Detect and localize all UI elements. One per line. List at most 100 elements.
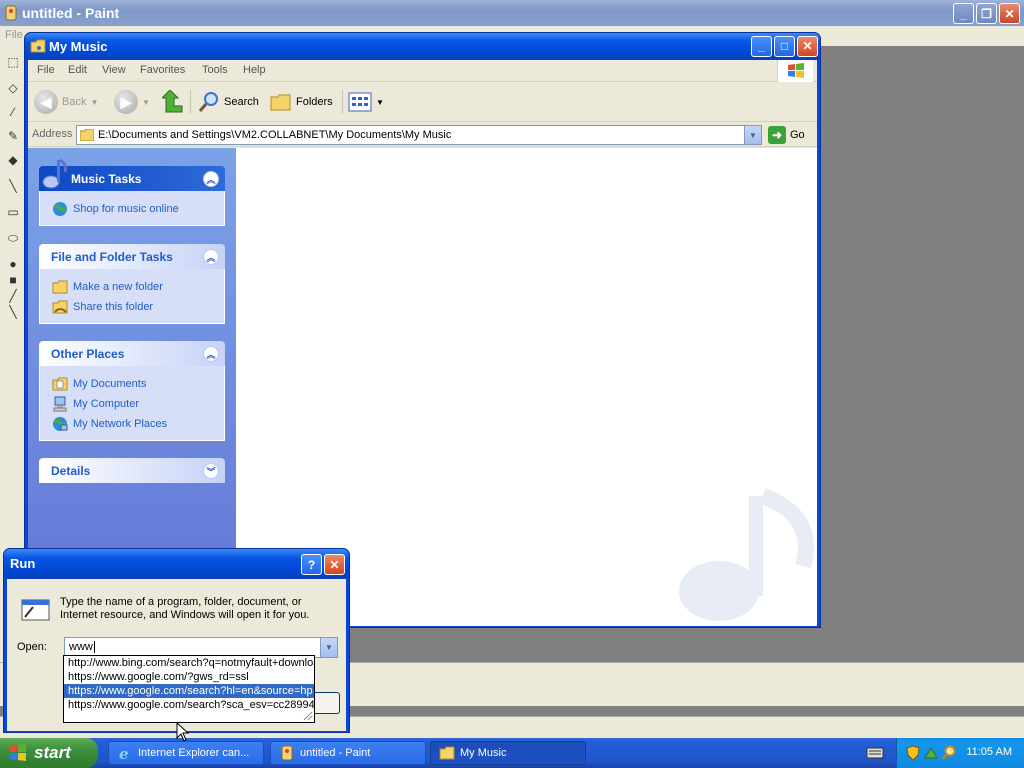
- my-music-titlebar[interactable]: My Music _ □ ✕: [25, 33, 820, 60]
- views-button[interactable]: ▼: [348, 88, 384, 116]
- explorer-menubar: File Edit View Favorites Tools Help: [28, 60, 817, 82]
- task-label: Shop for music online: [73, 203, 179, 215]
- brush-size-large-icon[interactable]: ■: [5, 272, 21, 288]
- paint-minimize-button[interactable]: _: [953, 3, 974, 24]
- music-note-icon: [42, 158, 67, 189]
- start-label: start: [34, 743, 71, 762]
- autocomplete-item[interactable]: http://www.bing.com/search?q=notmyfault+…: [64, 656, 314, 670]
- system-tray: 11:05 AM: [896, 738, 1024, 768]
- paint-close-button[interactable]: ✕: [999, 3, 1020, 24]
- paint-menu-file[interactable]: File: [5, 29, 23, 41]
- help-button[interactable]: ?: [301, 554, 322, 575]
- menu-favorites[interactable]: Favorites: [140, 64, 185, 76]
- autocomplete-item[interactable]: https://www.google.com/?gws_rd=ssl: [64, 670, 314, 684]
- paint-titlebar[interactable]: untitled - Paint _ ❐ ✕: [0, 0, 1024, 26]
- forward-dropdown-icon[interactable]: ▼: [142, 98, 150, 107]
- menu-view[interactable]: View: [102, 64, 126, 76]
- pencil-tool-icon[interactable]: ✎: [5, 128, 21, 144]
- menu-tools[interactable]: Tools: [202, 64, 228, 76]
- place-my-computer[interactable]: My Computer: [52, 394, 224, 414]
- run-program-icon: [21, 599, 50, 621]
- globe-icon: [52, 201, 68, 217]
- eraser-tool-icon[interactable]: ◇: [5, 80, 21, 96]
- paint-app-icon: [5, 5, 17, 21]
- address-value: E:\Documents and Settings\VM2.COLLABNET\…: [98, 129, 452, 141]
- panel-other-places-header[interactable]: Other Places ︽: [39, 341, 225, 366]
- task-shop-music-online[interactable]: Shop for music online: [52, 199, 224, 219]
- task-label: Internet Explorer can...: [138, 747, 250, 759]
- run-titlebar[interactable]: Run ? ✕: [4, 549, 349, 579]
- line-tool-icon[interactable]: ╲: [5, 178, 21, 194]
- internet-explorer-icon: e: [117, 745, 133, 761]
- explorer-body: File Edit View Favorites Tools Help ◀ Ba…: [28, 60, 817, 626]
- brush-angle-right-icon[interactable]: ╱: [5, 288, 21, 304]
- views-dropdown-icon[interactable]: ▼: [376, 98, 384, 107]
- address-field[interactable]: E:\Documents and Settings\VM2.COLLABNET\…: [76, 125, 762, 145]
- autocomplete-item-selected[interactable]: https://www.google.com/search?hl=en&sour…: [64, 684, 314, 698]
- my-music-window: My Music _ □ ✕ File Edit View Favorites …: [24, 32, 821, 628]
- back-dropdown-icon[interactable]: ▼: [90, 98, 98, 107]
- task-paint[interactable]: untitled - Paint: [270, 741, 426, 765]
- explorer-close-button[interactable]: ✕: [797, 36, 818, 57]
- task-internet-explorer[interactable]: e Internet Explorer can...: [108, 741, 264, 765]
- keyboard-language-icon[interactable]: [866, 746, 884, 760]
- network-tray-icon[interactable]: [923, 745, 939, 761]
- security-shield-icon[interactable]: [905, 745, 921, 761]
- rectangle-tool-icon[interactable]: ▭: [5, 204, 21, 220]
- back-arrow-icon: ◀: [34, 90, 58, 114]
- back-label: Back: [62, 96, 87, 108]
- up-folder-button[interactable]: [162, 88, 184, 116]
- task-make-new-folder[interactable]: Make a new folder: [52, 277, 224, 297]
- go-button[interactable]: ➜ Go: [768, 126, 805, 144]
- ellipse-tool-icon[interactable]: ⬭: [5, 230, 21, 246]
- open-input[interactable]: www: [69, 641, 95, 654]
- place-my-documents[interactable]: My Documents: [52, 374, 224, 394]
- task-share-folder[interactable]: Share this folder: [52, 297, 224, 317]
- explorer-minimize-button[interactable]: _: [751, 36, 772, 57]
- brush-angle-left-icon[interactable]: ╲: [5, 304, 21, 320]
- folder-music-icon: [30, 39, 46, 53]
- collapse-chevron-icon[interactable]: ︽: [203, 249, 219, 265]
- explorer-maximize-button[interactable]: □: [774, 36, 795, 57]
- search-button[interactable]: Search: [198, 88, 259, 116]
- menu-edit[interactable]: Edit: [68, 64, 87, 76]
- explorer-toolbar: ◀ Back ▼ ▶ ▼ Search Folders ▼: [28, 82, 817, 122]
- back-button[interactable]: ◀ Back ▼: [34, 88, 98, 116]
- fill-tool-icon[interactable]: ◆: [5, 152, 21, 168]
- mouse-cursor-icon: [176, 722, 190, 742]
- place-label: My Documents: [73, 378, 147, 390]
- place-my-network-places[interactable]: My Network Places: [52, 414, 224, 434]
- windows-logo-icon: [10, 744, 26, 761]
- menu-file[interactable]: File: [37, 64, 55, 76]
- folders-button[interactable]: Folders: [270, 88, 333, 116]
- expand-chevron-icon[interactable]: ︾: [203, 463, 219, 479]
- select-tool-icon[interactable]: ⬚: [5, 54, 21, 70]
- resize-grip-icon[interactable]: [303, 711, 313, 721]
- panel-file-folder-tasks-title: File and Folder Tasks: [51, 250, 173, 264]
- collapse-chevron-icon[interactable]: ︽: [203, 346, 219, 362]
- eyedropper-tool-icon[interactable]: ⁄: [5, 104, 21, 120]
- place-label: My Network Places: [73, 418, 168, 430]
- autocomplete-list[interactable]: http://www.bing.com/search?q=notmyfault+…: [63, 655, 315, 723]
- panel-file-folder-tasks-header[interactable]: File and Folder Tasks ︽: [39, 244, 225, 269]
- run-close-button[interactable]: ✕: [324, 554, 345, 575]
- address-dropdown-icon[interactable]: ▼: [744, 126, 761, 144]
- menu-help[interactable]: Help: [243, 64, 266, 76]
- panel-details-header[interactable]: Details ︾: [39, 458, 225, 483]
- my-music-title: My Music: [49, 39, 108, 54]
- forward-button[interactable]: ▶ ▼: [114, 88, 150, 116]
- collapse-chevron-icon[interactable]: ︽: [203, 171, 219, 187]
- task-my-music[interactable]: My Music: [430, 741, 586, 765]
- autocomplete-item[interactable]: https://www.google.com/search?sca_esv=cc…: [64, 698, 314, 712]
- brush-size-small-icon[interactable]: ●: [5, 256, 21, 272]
- panel-music-tasks-header[interactable]: Music Tasks ︽: [39, 158, 225, 191]
- search-tray-icon[interactable]: [941, 745, 957, 761]
- my-documents-icon: [52, 376, 68, 392]
- share-folder-icon: [52, 299, 68, 315]
- panel-other-places: Other Places ︽ My Documents My Computer …: [39, 341, 225, 441]
- open-dropdown-icon[interactable]: ▼: [320, 638, 337, 657]
- task-label: Share this folder: [73, 301, 154, 313]
- paint-restore-button[interactable]: ❐: [976, 3, 997, 24]
- task-label: My Music: [460, 747, 507, 759]
- start-button[interactable]: start: [0, 738, 98, 768]
